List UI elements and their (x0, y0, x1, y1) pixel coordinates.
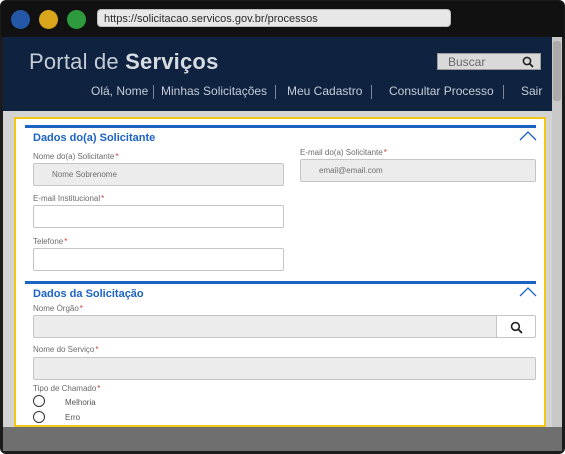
request-section-title: Dados da Solicitação (33, 288, 144, 300)
browser-window: https://solicitacao.servicos.gov.br/proc… (0, 0, 565, 454)
requester-name-label: Nome do(a) Solicitante* (33, 152, 119, 161)
radio-error[interactable] (33, 411, 45, 423)
top-nav: Olá, Nome Minhas Solicitações Meu Cadast… (3, 84, 552, 102)
section-divider (25, 281, 536, 284)
search-input[interactable]: Buscar (448, 55, 485, 69)
institutional-email-field[interactable] (33, 205, 284, 228)
request-form-panel: Dados do(a) Solicitante Nome do(a) Solic… (14, 117, 546, 427)
requester-email-value: email@email.com (319, 166, 383, 175)
phone-field[interactable] (33, 248, 284, 271)
requester-email-label: E-mail do(a) Solicitante* (300, 148, 387, 157)
nav-item-logout[interactable]: Sair (521, 84, 542, 98)
institutional-email-label: E-mail Institucional* (33, 194, 105, 203)
address-bar[interactable]: https://solicitacao.servicos.gov.br/proc… (97, 9, 451, 27)
browser-status-bar (3, 427, 562, 451)
requester-section-title: Dados do(a) Solicitante (33, 132, 156, 144)
chevron-up-icon[interactable] (519, 287, 537, 297)
org-search-button[interactable] (496, 315, 536, 338)
section-divider (25, 125, 536, 128)
request-type-label: Tipo de Chamado* (33, 384, 101, 393)
nav-separator (275, 85, 276, 99)
requester-email-field[interactable]: email@email.com (300, 159, 536, 182)
nav-separator (371, 85, 372, 99)
search-box[interactable]: Buscar (437, 53, 541, 70)
page-viewport: Portal de Serviços Buscar Olá, Nome Minh… (3, 37, 552, 427)
nav-separator (153, 85, 154, 99)
site-header: Portal de Serviços Buscar Olá, Nome Minh… (3, 37, 552, 111)
radio-improvement[interactable] (33, 395, 45, 407)
service-name-label: Nome do Serviço* (33, 345, 99, 354)
brand-prefix: Portal de (29, 49, 126, 74)
radio-error-label: Erro (65, 413, 81, 422)
window-maximize-button[interactable] (67, 10, 86, 29)
service-name-field[interactable] (33, 357, 536, 380)
phone-label: Telefone* (33, 237, 68, 246)
nav-separator (503, 85, 504, 99)
radio-improvement-label: Melhoria (65, 398, 96, 407)
window-close-button[interactable] (11, 10, 30, 29)
brand-strong: Serviços (125, 49, 219, 74)
nav-item-my-profile[interactable]: Meu Cadastro (287, 84, 362, 98)
search-icon (510, 321, 523, 334)
nav-item-my-requests[interactable]: Minhas Solicitações (161, 84, 267, 98)
nav-item-check-process[interactable]: Consultar Processo (389, 84, 494, 98)
requester-name-field[interactable]: Nome Sobrenome (33, 163, 284, 186)
nav-item-user-greeting[interactable]: Olá, Nome (91, 84, 148, 98)
browser-toolbar: https://solicitacao.servicos.gov.br/proc… (1, 1, 564, 37)
org-name-field[interactable] (33, 315, 497, 338)
scrollbar-thumb[interactable] (553, 41, 561, 101)
org-name-label: Nome Órgão* (33, 304, 83, 313)
site-brand[interactable]: Portal de Serviços (29, 49, 219, 75)
window-minimize-button[interactable] (39, 10, 58, 29)
search-icon[interactable] (522, 56, 534, 68)
requester-name-value: Nome Sobrenome (52, 170, 117, 179)
chevron-up-icon[interactable] (519, 131, 537, 141)
